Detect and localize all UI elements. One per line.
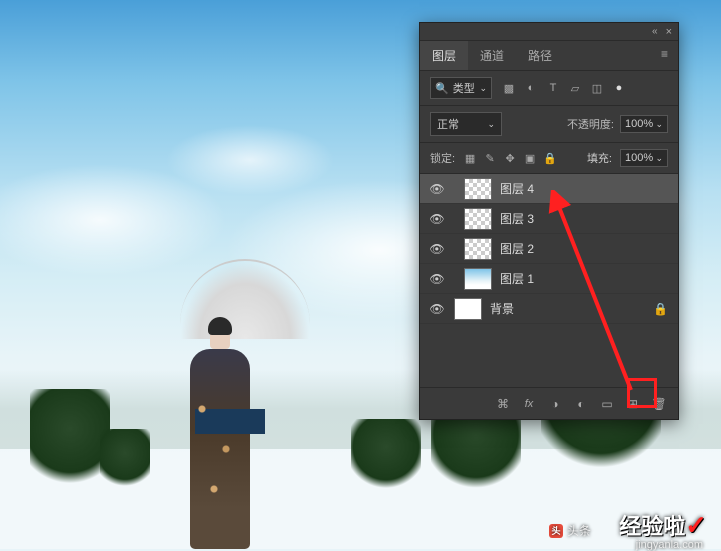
layer-row[interactable]: 👁 图层 2 xyxy=(420,234,678,264)
toutiao-logo-icon: 头 xyxy=(549,524,563,538)
mask-icon[interactable]: ◑ xyxy=(548,397,562,411)
filter-type-icon[interactable]: T xyxy=(546,81,560,95)
blend-row: 正常 ⌄ 不透明度: 100% ⌄ xyxy=(420,106,678,143)
visibility-toggle-icon[interactable]: 👁 xyxy=(430,302,444,316)
close-icon[interactable]: × xyxy=(666,26,672,38)
blend-mode-value: 正常 xyxy=(437,116,459,132)
source-watermark: 头 头条 xyxy=(549,522,591,539)
lock-icons: ▦ ✎ ✥ ▣ 🔒 xyxy=(463,151,557,165)
fx-icon[interactable]: fx xyxy=(522,397,536,411)
layer-list: 👁 图层 4 👁 图层 3 👁 图层 2 👁 图层 1 👁 背景 🔒 xyxy=(420,174,678,387)
adjustment-layer-icon[interactable]: ◐ xyxy=(574,397,588,411)
filter-smart-icon[interactable]: ◫ xyxy=(590,81,604,95)
visibility-toggle-icon[interactable]: 👁 xyxy=(430,212,444,226)
blend-mode-select[interactable]: 正常 ⌄ xyxy=(430,112,502,136)
filter-shape-icon[interactable]: ▱ xyxy=(568,81,582,95)
layer-thumbnail[interactable] xyxy=(464,208,492,230)
watermark-text: 经验啦 xyxy=(619,514,685,539)
visibility-toggle-icon[interactable]: 👁 xyxy=(430,182,444,196)
kimono xyxy=(190,349,250,549)
layer-filter-row: 🔍 类型 ⌄ ▩ ◐ T ▱ ◫ ● xyxy=(420,71,678,106)
tree xyxy=(351,419,421,489)
collapse-icon[interactable]: « xyxy=(652,26,658,37)
panel-tabs: 图层 通道 路径 ≡ xyxy=(420,41,678,71)
layer-name-label: 图层 3 xyxy=(500,210,534,227)
watermark-main: 经验啦✓ xyxy=(619,509,707,541)
tree xyxy=(100,429,150,489)
layers-panel: « × 图层 通道 路径 ≡ 🔍 类型 ⌄ ▩ ◐ T ▱ ◫ ● 正常 ⌄ 不… xyxy=(419,22,679,420)
lock-position-icon[interactable]: ✥ xyxy=(503,151,517,165)
link-layers-icon[interactable]: ⌘ xyxy=(496,397,510,411)
opacity-label: 不透明度: xyxy=(567,116,614,132)
fill-input[interactable]: 100% ⌄ xyxy=(620,149,668,167)
chevron-down-icon: ⌄ xyxy=(655,119,663,130)
layer-name-label: 背景 xyxy=(490,300,514,317)
opacity-input[interactable]: 100% ⌄ xyxy=(620,115,668,133)
panel-menu-icon[interactable]: ≡ xyxy=(651,41,678,70)
chevron-down-icon: ⌄ xyxy=(487,119,495,130)
layer-row[interactable]: 👁 背景 🔒 xyxy=(420,294,678,324)
source-label: 头条 xyxy=(567,522,591,539)
layer-name-label: 图层 4 xyxy=(500,180,534,197)
layer-row[interactable]: 👁 图层 3 xyxy=(420,204,678,234)
lock-row: 锁定: ▦ ✎ ✥ ▣ 🔒 填充: 100% ⌄ xyxy=(420,143,678,174)
layer-thumbnail[interactable] xyxy=(464,268,492,290)
layer-name-label: 图层 2 xyxy=(500,240,534,257)
lock-label: 锁定: xyxy=(430,150,455,166)
chevron-down-icon: ⌄ xyxy=(655,153,663,164)
lock-transparent-icon[interactable]: ▦ xyxy=(463,151,477,165)
layer-name-label: 图层 1 xyxy=(500,270,534,287)
layer-thumbnail[interactable] xyxy=(464,178,492,200)
annotation-highlight-new-layer xyxy=(627,378,657,408)
layer-thumbnail[interactable] xyxy=(464,238,492,260)
filter-toggle-icon[interactable]: ● xyxy=(612,81,626,95)
visibility-toggle-icon[interactable]: 👁 xyxy=(430,242,444,256)
layer-thumbnail[interactable] xyxy=(454,298,482,320)
fill-label: 填充: xyxy=(587,150,612,166)
figure-person xyxy=(180,289,260,549)
panel-collapse-bar: « × xyxy=(420,23,678,41)
filter-adjustment-icon[interactable]: ◐ xyxy=(524,81,538,95)
lock-icon: 🔒 xyxy=(653,302,668,316)
filter-pixel-icon[interactable]: ▩ xyxy=(502,81,516,95)
watermark-url: jingyanla.com xyxy=(636,539,703,551)
hair xyxy=(208,317,232,335)
lock-all-icon[interactable]: 🔒 xyxy=(543,151,557,165)
fill-value: 100% xyxy=(625,152,653,164)
lock-paint-icon[interactable]: ✎ xyxy=(483,151,497,165)
tree xyxy=(30,389,110,489)
search-icon: 🔍 xyxy=(435,82,449,95)
filter-icons: ▩ ◐ T ▱ ◫ ● xyxy=(502,81,626,95)
chevron-down-icon: ⌄ xyxy=(479,83,487,94)
filter-type-label: 类型 xyxy=(453,80,475,96)
layer-row[interactable]: 👁 图层 4 xyxy=(420,174,678,204)
tab-channels[interactable]: 通道 xyxy=(468,41,516,70)
check-icon: ✓ xyxy=(685,510,707,540)
obi xyxy=(195,409,265,434)
tab-paths[interactable]: 路径 xyxy=(516,41,564,70)
visibility-toggle-icon[interactable]: 👁 xyxy=(430,272,444,286)
opacity-value: 100% xyxy=(625,118,653,130)
filter-type-select[interactable]: 🔍 类型 ⌄ xyxy=(430,77,492,99)
tab-layers[interactable]: 图层 xyxy=(420,41,468,70)
group-icon[interactable]: ▭ xyxy=(600,397,614,411)
lock-artboard-icon[interactable]: ▣ xyxy=(523,151,537,165)
layer-row[interactable]: 👁 图层 1 xyxy=(420,264,678,294)
